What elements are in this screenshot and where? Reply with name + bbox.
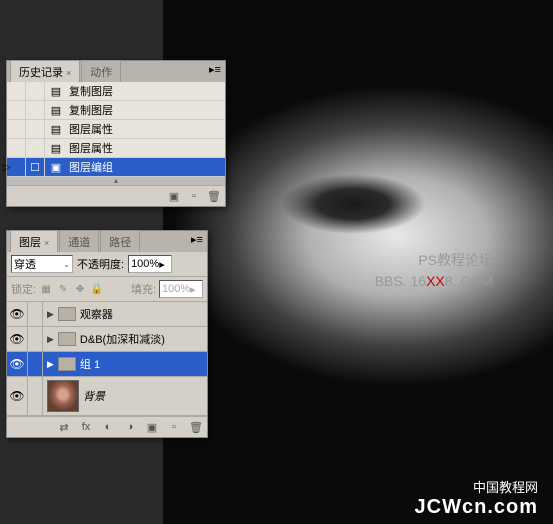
- chevron-right-icon[interactable]: ▸: [159, 258, 165, 271]
- blend-opacity-row: 穿透 ⌄ 不透明度: 100% ▸: [7, 252, 207, 277]
- history-brush-cell[interactable]: [7, 120, 26, 138]
- lock-row: 锁定: ▦ ✎ ✥ 🔒 填充: 100% ▸: [7, 277, 207, 302]
- layer-thumbnail: [47, 380, 79, 412]
- link-cell[interactable]: [28, 302, 43, 326]
- fill-label: 填充:: [131, 281, 156, 297]
- footer-wm-line2: JCWcn.com: [415, 496, 538, 519]
- adjustment-icon[interactable]: ◑: [123, 420, 137, 434]
- new-snapshot-icon[interactable]: ▣: [167, 189, 181, 203]
- history-item[interactable]: ▤ 复制图层: [7, 101, 225, 120]
- layer-row-group[interactable]: 👁 ▶ D&B(加深和减淡): [7, 327, 207, 352]
- doc-icon: ▤: [49, 84, 63, 98]
- layer-name: 背景: [83, 388, 105, 404]
- panel-menu-icon[interactable]: ▸≡: [189, 233, 205, 246]
- twisty-icon[interactable]: ▶: [47, 359, 54, 370]
- eye-icon: 👁: [9, 389, 24, 403]
- layer-row-background[interactable]: 👁 背景: [7, 377, 207, 416]
- opacity-label: 不透明度:: [77, 256, 124, 272]
- trash-icon[interactable]: 🗑: [207, 189, 221, 203]
- visibility-toggle[interactable]: 👁: [7, 302, 28, 326]
- layer-name: 组 1: [80, 356, 100, 372]
- close-icon[interactable]: ×: [66, 68, 71, 78]
- history-target-cell[interactable]: [26, 101, 45, 119]
- footer-wm-line1: 中国教程网: [415, 477, 538, 496]
- visibility-toggle[interactable]: 👁: [7, 352, 28, 376]
- watermark-line1: PS教程论坛: [375, 250, 493, 271]
- history-target-cell[interactable]: [26, 139, 45, 157]
- doc-icon: ▤: [49, 103, 63, 117]
- watermark-forum: PS教程论坛 BBS. 16XX8. COM: [375, 250, 493, 292]
- history-item[interactable]: ▤ 图层属性: [7, 120, 225, 139]
- doc-icon: ▤: [49, 122, 63, 136]
- history-item[interactable]: ▤ 图层属性: [7, 139, 225, 158]
- history-footer: ▣ ▫ 🗑: [7, 185, 225, 206]
- history-brush-cell[interactable]: [7, 82, 26, 100]
- history-target-cell[interactable]: [26, 82, 45, 100]
- history-panel[interactable]: 历史记录× 动作 ▸≡ ▤ 复制图层 ▤ 复制图层: [6, 60, 226, 207]
- lock-label: 锁定:: [11, 281, 36, 297]
- visibility-toggle[interactable]: 👁: [7, 377, 28, 415]
- chevron-right-icon[interactable]: ▸: [190, 283, 196, 296]
- layer-row-group[interactable]: 👁 ▶ 组 1: [7, 352, 207, 377]
- history-target-cell[interactable]: [26, 120, 45, 138]
- layers-footer: ⇄ fx ◐ ◑ ▣ ▫ 🗑: [7, 416, 207, 437]
- tab-layers[interactable]: 图层×: [10, 230, 58, 252]
- twisty-icon[interactable]: ▶: [47, 309, 54, 320]
- fx-icon[interactable]: fx: [79, 420, 93, 434]
- trash-icon[interactable]: 🗑: [189, 420, 203, 434]
- watermark-line2: BBS. 16XX8. COM: [375, 271, 493, 292]
- folder-icon: [58, 332, 76, 346]
- layer-row-group[interactable]: 👁 ▶ 观察器: [7, 302, 207, 327]
- opacity-input[interactable]: 100% ▸: [128, 255, 172, 273]
- link-layers-icon[interactable]: ⇄: [57, 420, 71, 434]
- tab-channels[interactable]: 通道: [59, 230, 99, 252]
- history-tab-bar: 历史记录× 动作 ▸≡: [7, 61, 225, 82]
- folder-icon: [58, 357, 76, 371]
- link-cell[interactable]: [28, 352, 43, 376]
- panel-menu-icon[interactable]: ▸≡: [207, 63, 223, 76]
- eye-image: [213, 120, 493, 260]
- eye-icon: 👁: [9, 357, 24, 371]
- close-icon[interactable]: ×: [44, 238, 49, 248]
- chevron-down-icon: ⌄: [63, 260, 70, 269]
- layers-panel[interactable]: 图层× 通道 路径 ▸≡ 穿透 ⌄ 不透明度: 100% ▸ 锁定: ▦ ✎: [6, 230, 208, 438]
- eye-icon: 👁: [9, 332, 24, 346]
- scroll-up-icon[interactable]: ▴: [7, 177, 225, 185]
- layers-tab-bar: 图层× 通道 路径 ▸≡: [7, 231, 207, 252]
- layer-list: 👁 ▶ 观察器 👁 ▶ D&B(加深和减淡) 👁: [7, 302, 207, 416]
- eye-icon: 👁: [9, 307, 24, 321]
- layer-name: 观察器: [80, 306, 113, 322]
- lock-transparent-icon[interactable]: ▦: [39, 282, 53, 296]
- history-item[interactable]: ▤ 复制图层: [7, 82, 225, 101]
- tab-paths[interactable]: 路径: [100, 230, 140, 252]
- group-icon: ▣: [49, 160, 63, 174]
- lock-move-icon[interactable]: ✥: [73, 282, 87, 296]
- watermark-footer: 中国教程网 JCWcn.com: [415, 477, 538, 519]
- history-brush-cell[interactable]: [7, 139, 26, 157]
- new-layer-icon[interactable]: ▫: [167, 420, 181, 434]
- canvas-area: PS教程论坛 BBS. 16XX8. COM 中国教程网 JCWcn.com 历…: [0, 0, 553, 524]
- fill-input[interactable]: 100% ▸: [159, 280, 203, 298]
- doc-icon: ▤: [49, 141, 63, 155]
- mask-icon[interactable]: ◐: [101, 420, 115, 434]
- history-brush-cell[interactable]: [7, 101, 26, 119]
- twisty-icon[interactable]: ▶: [47, 334, 54, 345]
- history-item[interactable]: ▷ ☐ ▣ 图层编组: [7, 158, 225, 177]
- tab-actions[interactable]: 动作: [81, 60, 121, 82]
- history-target-cell[interactable]: ☐: [26, 158, 45, 176]
- layer-name: D&B(加深和减淡): [80, 331, 165, 347]
- lock-brush-icon[interactable]: ✎: [56, 282, 70, 296]
- blend-mode-dropdown[interactable]: 穿透 ⌄: [11, 255, 73, 273]
- link-cell[interactable]: [28, 377, 43, 415]
- folder-icon: [58, 307, 76, 321]
- history-pointer-icon: ▷: [7, 162, 11, 173]
- lock-all-icon[interactable]: 🔒: [90, 282, 104, 296]
- tab-history[interactable]: 历史记录×: [10, 60, 80, 82]
- link-cell[interactable]: [28, 327, 43, 351]
- new-group-icon[interactable]: ▣: [145, 420, 159, 434]
- history-list: ▤ 复制图层 ▤ 复制图层 ▤ 图层属性 ▤ 图层属性: [7, 82, 225, 177]
- new-doc-icon[interactable]: ▫: [187, 189, 201, 203]
- visibility-toggle[interactable]: 👁: [7, 327, 28, 351]
